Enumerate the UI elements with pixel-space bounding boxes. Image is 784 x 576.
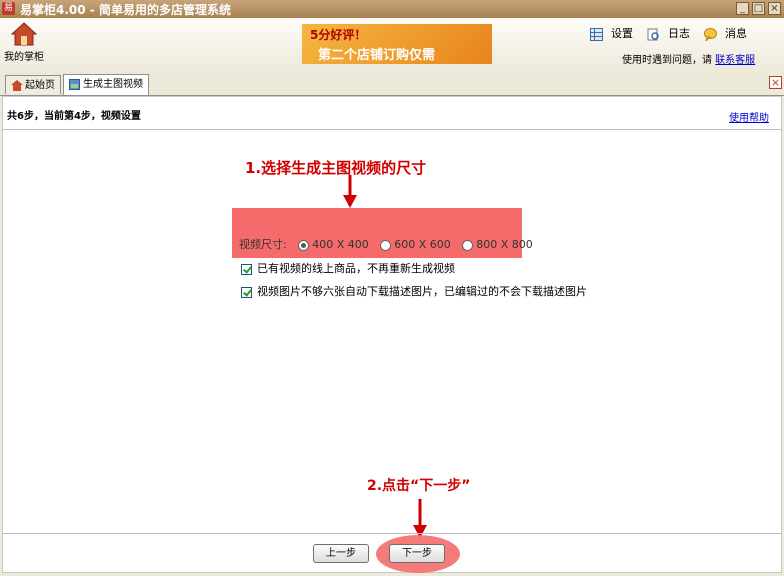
video-size-selector: 视频尺寸: 400 X 400 600 X 600 800 X 800	[239, 236, 533, 252]
video-size-label: 视频尺寸:	[239, 238, 287, 251]
skip-existing-checkbox[interactable]: 已有视频的线上商品，不再重新生成视频	[241, 260, 455, 276]
log-magnifier-icon	[647, 28, 659, 40]
settings-label: 设置	[611, 27, 633, 40]
message-button[interactable]: 消息	[704, 26, 747, 42]
close-tab-icon[interactable]: ×	[769, 76, 782, 89]
checkbox-checked-icon	[241, 263, 252, 275]
tab-start-page-label: 起始页	[25, 80, 55, 91]
window-title: 易掌柜4.00 - 简单易用的多店管理系统	[20, 3, 231, 17]
tab-generate-main-video-label: 生成主图视频	[83, 79, 143, 90]
tab-start-page[interactable]: 起始页	[5, 75, 61, 94]
message-bubble-icon	[704, 27, 717, 41]
arrow-down-icon	[343, 175, 357, 208]
maximize-button[interactable]: □	[752, 2, 765, 15]
size-option-600[interactable]: 600 X 600	[372, 238, 451, 251]
radio-icon	[462, 239, 474, 251]
auto-download-images-label: 视频图片不够六张自动下载描述图片，已编辑过的不会下载描述图片	[257, 285, 587, 298]
wizard-panel: 共6步，当前第4步，视频设置 使用帮助 1.选择生成主图视频的尺寸 视频尺寸: …	[2, 96, 782, 573]
size-option-800-label: 800 X 800	[476, 238, 533, 251]
title-bar: 易 易掌柜4.00 - 简单易用的多店管理系统 _ □ ×	[0, 0, 784, 18]
previous-step-button[interactable]: 上一步	[313, 544, 369, 563]
settings-grid-icon	[590, 27, 603, 41]
size-option-400-label: 400 X 400	[312, 238, 369, 251]
banner-headline: 5分好评！	[310, 28, 367, 42]
bottom-divider	[3, 533, 781, 534]
close-window-button[interactable]: ×	[768, 2, 781, 15]
next-step-button[interactable]: 下一步	[389, 544, 445, 563]
size-option-400[interactable]: 400 X 400	[290, 238, 369, 251]
promo-banner[interactable]: 5分好评！ 第二个店铺订购仅需	[302, 24, 492, 64]
my-shop-label: 我的掌柜	[4, 52, 44, 63]
auto-download-images-checkbox[interactable]: 视频图片不够六张自动下载描述图片，已编辑过的不会下载描述图片	[241, 283, 587, 299]
radio-icon	[298, 239, 310, 251]
settings-button[interactable]: 设置	[590, 26, 633, 42]
size-option-800[interactable]: 800 X 800	[454, 238, 533, 251]
home-icon	[11, 79, 23, 91]
top-divider	[3, 129, 781, 130]
minimize-button[interactable]: _	[736, 2, 749, 15]
support-hint-text: 使用时遇到问题，请	[622, 55, 712, 66]
step-indicator: 共6步，当前第4步，视频设置	[7, 111, 141, 122]
log-label: 日志	[668, 27, 690, 40]
radio-icon	[380, 239, 392, 251]
help-link[interactable]: 使用帮助	[729, 109, 769, 124]
app-logo-icon: 易	[2, 2, 15, 15]
my-shop-button[interactable]: 我的掌柜	[4, 22, 44, 68]
contact-support-link[interactable]: 联系客服	[715, 55, 755, 66]
tab-strip: 起始页 生成主图视频 ×	[0, 72, 784, 96]
checkbox-checked-icon	[241, 286, 252, 298]
video-icon	[69, 78, 80, 90]
annotation-step-1: 1.选择生成主图视频的尺寸	[245, 159, 427, 177]
tab-generate-main-video[interactable]: 生成主图视频	[63, 74, 149, 95]
annotation-step-2: 2.点击“下一步”	[367, 478, 471, 494]
log-button[interactable]: 日志	[647, 26, 690, 42]
message-label: 消息	[725, 27, 747, 40]
toolbar: 我的掌柜 5分好评！ 第二个店铺订购仅需 设置 日志 消息 使用时遇到问题，请 …	[0, 18, 784, 73]
skip-existing-label: 已有视频的线上商品，不再重新生成视频	[257, 262, 455, 275]
house-icon	[11, 22, 37, 46]
size-option-600-label: 600 X 600	[394, 238, 451, 251]
banner-subline: 第二个店铺订购仅需	[318, 48, 436, 63]
support-hint: 使用时遇到问题，请 联系客服	[622, 51, 755, 66]
